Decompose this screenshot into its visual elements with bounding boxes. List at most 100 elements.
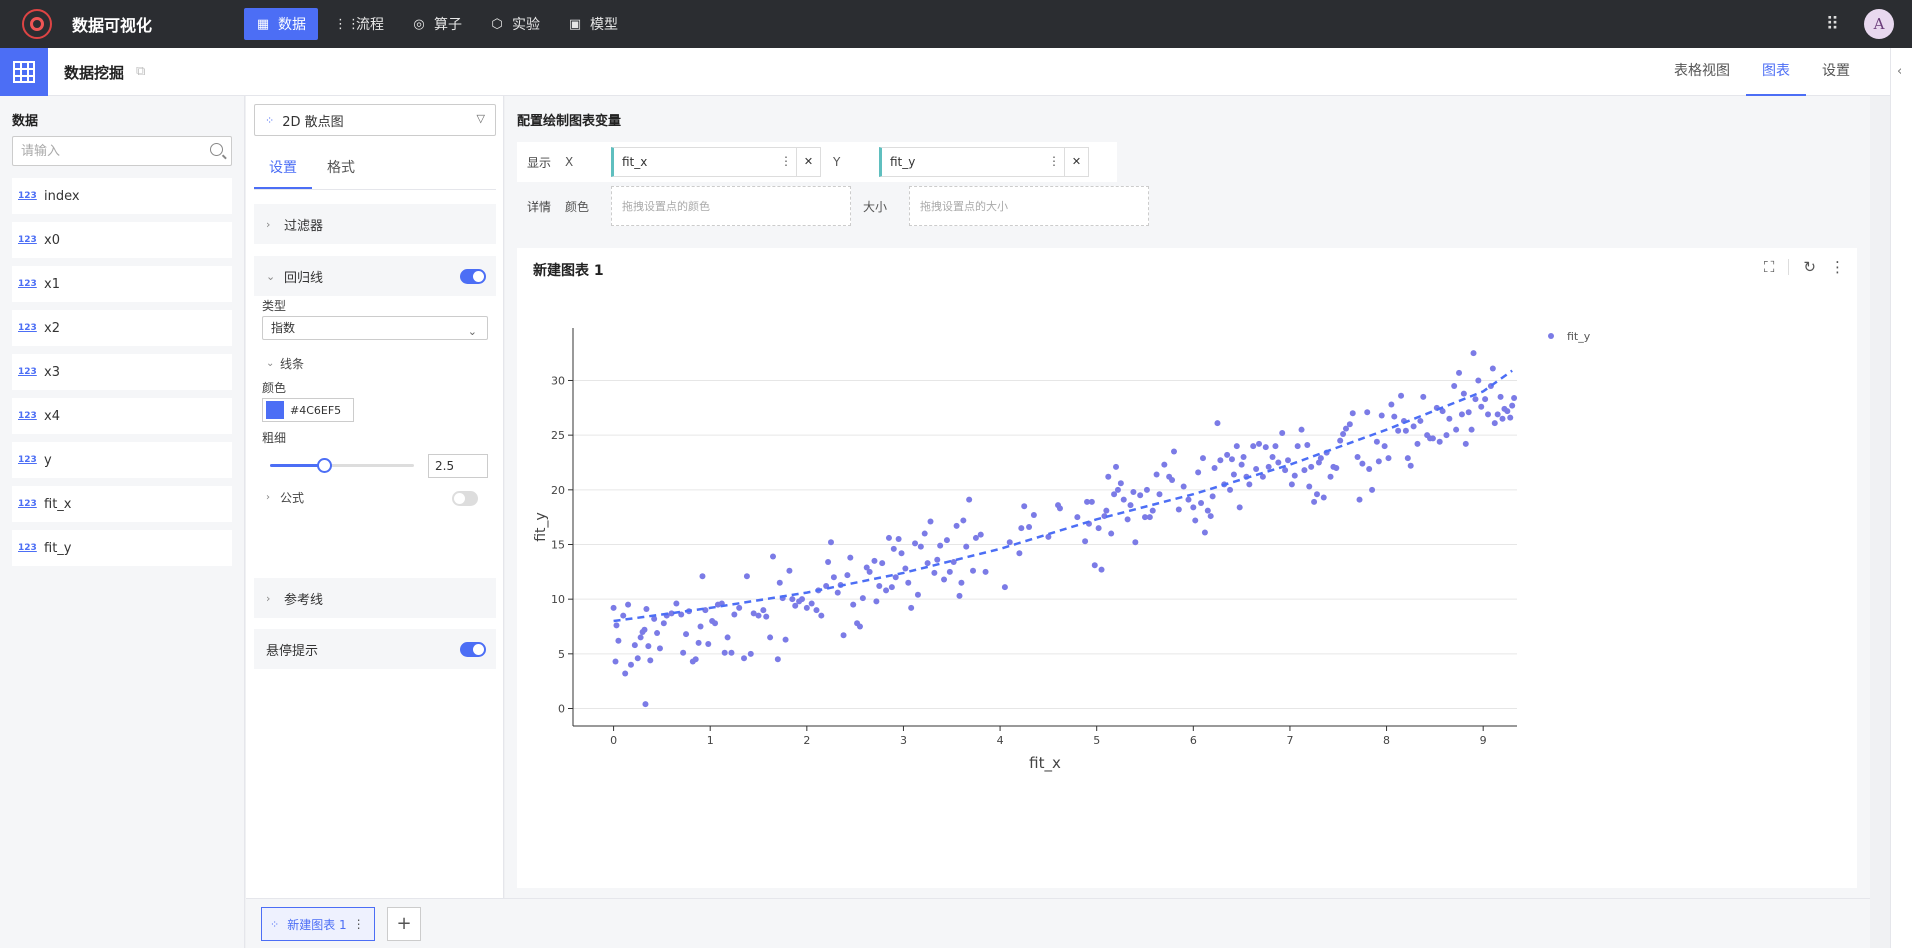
data-point[interactable] <box>1180 483 1187 490</box>
more-vertical-icon[interactable]: ⋮ <box>780 154 792 168</box>
data-point[interactable] <box>927 518 934 525</box>
data-point[interactable] <box>1227 486 1234 493</box>
data-point[interactable] <box>1156 491 1163 498</box>
data-point[interactable] <box>1478 403 1485 410</box>
color-drop-zone[interactable]: 拖拽设置点的颜色 <box>611 186 851 226</box>
data-point[interactable] <box>1313 491 1320 498</box>
data-point[interactable] <box>1333 464 1340 471</box>
data-point[interactable] <box>774 656 781 663</box>
data-point[interactable] <box>943 537 950 544</box>
data-point[interactable] <box>1446 415 1453 422</box>
data-point[interactable] <box>1304 441 1311 448</box>
list-item[interactable]: 123 x2 <box>12 310 232 346</box>
data-point[interactable] <box>1410 423 1417 430</box>
data-point[interactable] <box>767 634 774 641</box>
list-item[interactable]: 123 fit_y <box>12 530 232 566</box>
data-point[interactable] <box>612 658 619 665</box>
avatar[interactable]: A <box>1864 9 1894 39</box>
data-point[interactable] <box>977 531 984 538</box>
nav-item-3[interactable]: ⬡ 实验 <box>478 8 552 40</box>
data-point[interactable] <box>895 536 902 543</box>
data-point[interactable] <box>1443 432 1450 439</box>
data-point[interactable] <box>847 554 854 561</box>
data-point[interactable] <box>970 567 977 574</box>
data-point[interactable] <box>1130 489 1137 496</box>
data-point[interactable] <box>747 650 754 657</box>
data-point[interactable] <box>1149 507 1156 514</box>
formula-row[interactable]: › 公式 <box>262 482 488 516</box>
regression-toggle[interactable] <box>460 269 486 284</box>
data-point[interactable] <box>1127 502 1134 509</box>
data-point[interactable] <box>1201 529 1208 536</box>
data-point[interactable] <box>1468 426 1475 433</box>
list-item[interactable]: 123 x4 <box>12 398 232 434</box>
data-point[interactable] <box>1465 409 1472 416</box>
data-point[interactable] <box>818 612 825 619</box>
data-point[interactable] <box>610 604 617 611</box>
data-point[interactable] <box>1250 443 1257 450</box>
data-point[interactable] <box>879 560 886 567</box>
data-point[interactable] <box>1161 461 1168 468</box>
data-point[interactable] <box>1114 486 1121 493</box>
width-slider[interactable] <box>270 464 414 467</box>
more-vertical-icon[interactable]: ⋮ <box>353 917 365 931</box>
data-point[interactable] <box>941 576 948 583</box>
data-point[interactable] <box>731 611 738 618</box>
data-point[interactable] <box>1494 411 1501 418</box>
data-point[interactable] <box>1207 513 1214 520</box>
data-point[interactable] <box>950 558 957 565</box>
data-point[interactable] <box>637 634 644 641</box>
data-point[interactable] <box>1262 444 1269 451</box>
data-point[interactable] <box>1491 420 1498 427</box>
data-point[interactable] <box>953 522 960 529</box>
data-point[interactable] <box>1211 464 1218 471</box>
size-drop-zone[interactable]: 拖拽设置点的大小 <box>909 186 1149 226</box>
data-point[interactable] <box>641 626 648 633</box>
data-point[interactable] <box>1414 440 1421 447</box>
data-point[interactable] <box>1132 539 1139 546</box>
regression-header[interactable]: ⌄ 回归线 <box>254 256 496 296</box>
data-point[interactable] <box>705 640 712 647</box>
data-point[interactable] <box>1306 483 1313 490</box>
data-point[interactable] <box>1475 377 1482 384</box>
data-point[interactable] <box>1272 443 1279 450</box>
list-item[interactable]: 123 fit_x <box>12 486 232 522</box>
tab-settings[interactable]: 设置 <box>254 148 312 189</box>
data-point[interactable] <box>1103 507 1110 514</box>
data-point[interactable] <box>615 637 622 644</box>
data-point[interactable] <box>1195 469 1202 476</box>
nav-item-0[interactable]: ▦ 数据 <box>244 8 318 40</box>
data-point[interactable] <box>1460 390 1467 397</box>
data-point[interactable] <box>1026 524 1033 530</box>
data-point[interactable] <box>888 584 895 591</box>
data-point[interactable] <box>885 534 892 541</box>
data-point[interactable] <box>1402 427 1409 434</box>
list-item[interactable]: 123 x3 <box>12 354 232 390</box>
data-point[interactable] <box>840 632 847 639</box>
list-item[interactable]: 123 x1 <box>12 266 232 302</box>
chart-tab[interactable]: ⁘ 新建图表 1 ⋮ <box>261 907 375 941</box>
data-point[interactable] <box>873 598 880 605</box>
data-point[interactable] <box>770 553 777 560</box>
data-point[interactable] <box>850 601 857 608</box>
data-point[interactable] <box>1279 429 1286 436</box>
data-point[interactable] <box>1153 471 1160 478</box>
data-point[interactable] <box>645 643 652 650</box>
data-point[interactable] <box>859 595 866 602</box>
data-point[interactable] <box>1291 472 1298 479</box>
data-point[interactable] <box>660 620 667 627</box>
y-variable-pill[interactable]: fit_y ⋮ ✕ <box>879 147 1089 177</box>
data-point[interactable] <box>1388 401 1395 408</box>
apps-grid-icon[interactable]: ⠿ <box>1826 14 1839 35</box>
data-point[interactable] <box>1381 443 1388 450</box>
data-point[interactable] <box>1429 435 1436 442</box>
data-point[interactable] <box>755 612 762 619</box>
data-point[interactable] <box>890 545 897 552</box>
data-point[interactable] <box>1395 427 1402 434</box>
data-point[interactable] <box>1499 415 1506 422</box>
data-point[interactable] <box>892 574 899 581</box>
data-point[interactable] <box>1509 402 1516 409</box>
data-point[interactable] <box>1456 369 1463 376</box>
data-point[interactable] <box>1369 486 1376 493</box>
data-point[interactable] <box>1462 440 1469 447</box>
